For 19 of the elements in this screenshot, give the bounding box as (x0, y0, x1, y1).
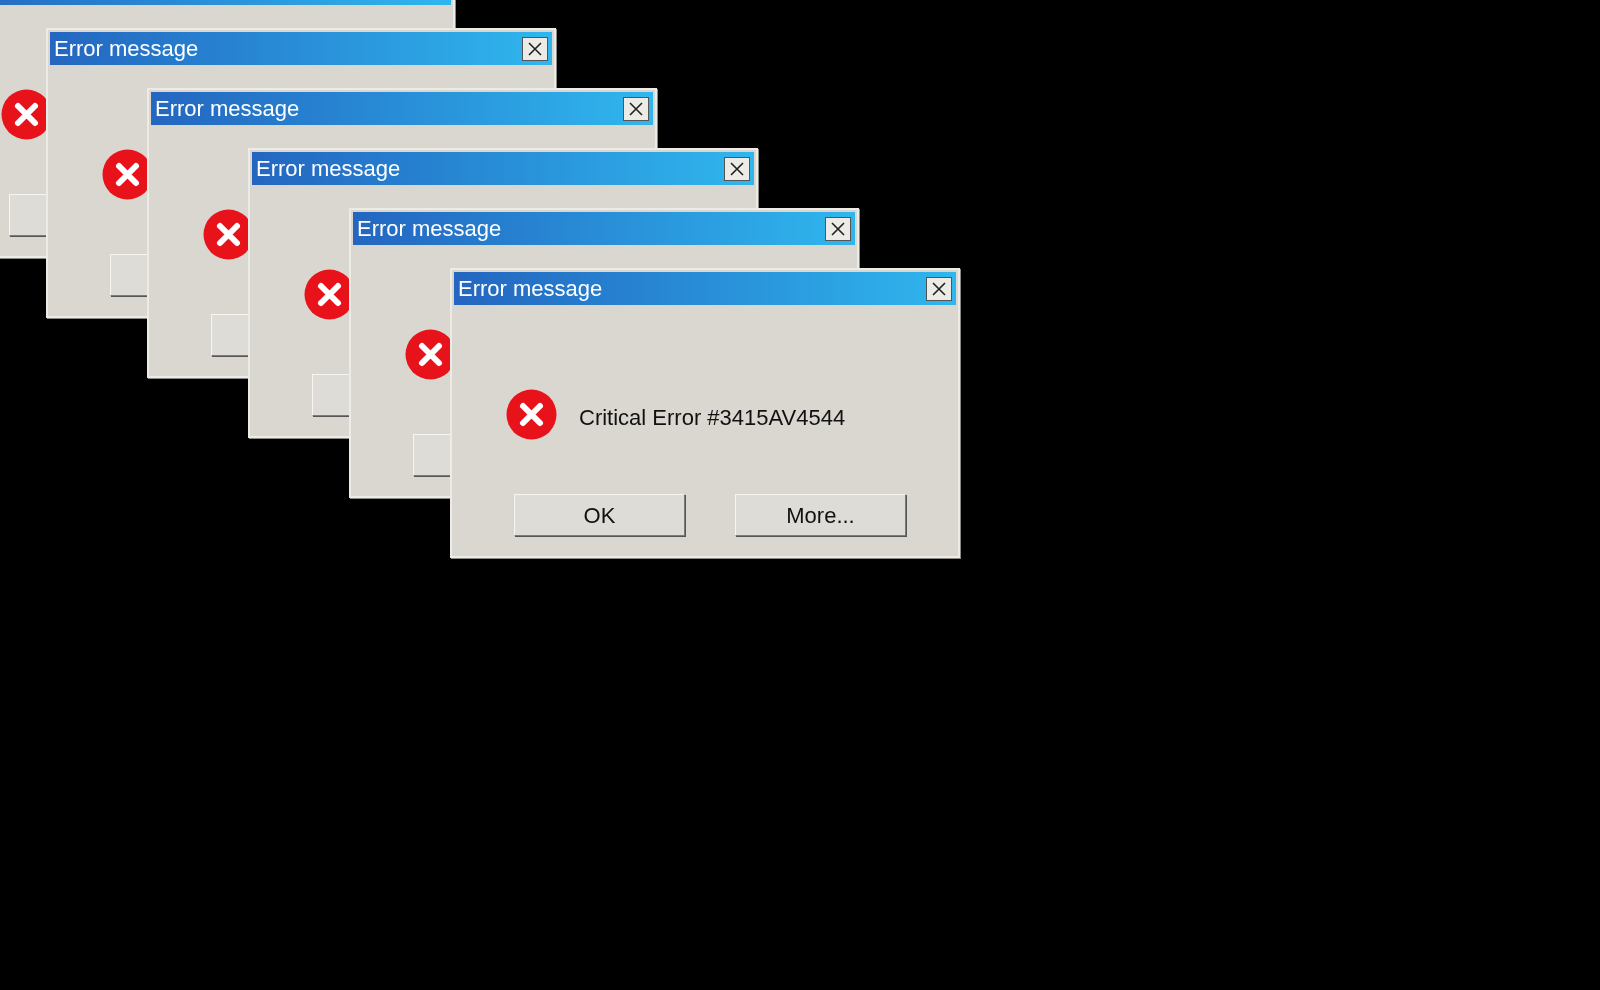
window-title: Error message (155, 97, 300, 120)
error-icon (506, 389, 557, 440)
window-title: Error message (357, 217, 502, 240)
close-button[interactable] (623, 96, 649, 121)
close-icon (831, 221, 845, 236)
window-title: Error message (458, 277, 603, 300)
close-icon (932, 281, 946, 296)
close-button[interactable] (926, 276, 952, 301)
dialog-button[interactable]: OK (514, 494, 685, 536)
close-button[interactable] (825, 216, 851, 241)
close-icon (730, 161, 744, 176)
close-button[interactable] (522, 36, 548, 61)
close-button[interactable] (724, 156, 750, 181)
window-title: Error message (54, 37, 199, 60)
close-icon (629, 101, 643, 116)
dialog-button[interactable]: More... (735, 494, 906, 536)
error-message: Critical Error #3415AV4544 (579, 404, 846, 432)
window-title: Error message (256, 157, 401, 180)
close-icon (528, 41, 542, 56)
